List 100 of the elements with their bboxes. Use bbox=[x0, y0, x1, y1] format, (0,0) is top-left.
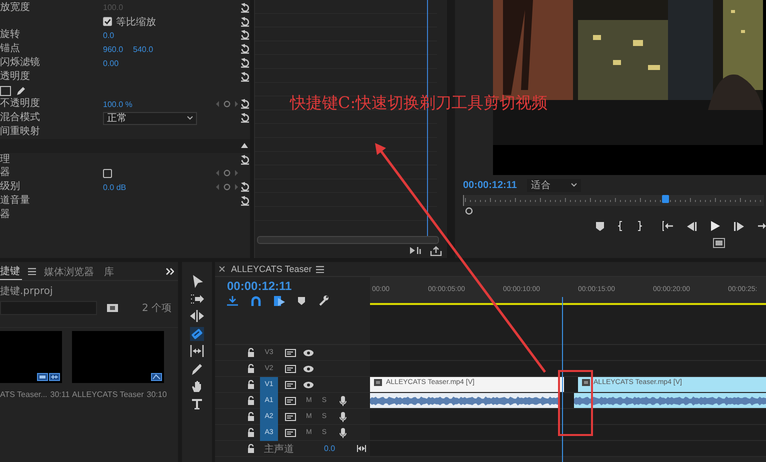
reset-icon[interactable] bbox=[240, 58, 250, 68]
reset-icon[interactable] bbox=[240, 72, 250, 82]
lock-icon[interactable] bbox=[247, 380, 255, 389]
lock-icon[interactable] bbox=[247, 396, 255, 405]
insert-sequence-icon[interactable] bbox=[227, 296, 238, 306]
timecode[interactable]: 00:00:12:11 bbox=[463, 180, 517, 190]
dropdown[interactable]: 正常 bbox=[103, 112, 197, 125]
keyframe-navigator-icon[interactable] bbox=[215, 183, 239, 192]
zoom-handle[interactable] bbox=[465, 207, 473, 215]
reset-icon[interactable] bbox=[240, 30, 250, 40]
track-select-icon[interactable] bbox=[190, 292, 204, 306]
audio-clip[interactable] bbox=[370, 393, 560, 408]
pen-icon[interactable] bbox=[190, 362, 204, 376]
clip-duration: 30:10 bbox=[146, 390, 167, 399]
clip-thumbnail[interactable] bbox=[72, 331, 164, 383]
playhead-handle[interactable] bbox=[662, 195, 669, 203]
filter-icon[interactable] bbox=[410, 246, 422, 255]
type-icon[interactable] bbox=[190, 396, 204, 410]
microphone-icon[interactable] bbox=[338, 396, 347, 406]
magnet-icon[interactable] bbox=[251, 296, 261, 306]
sync-lock-icon[interactable] bbox=[285, 348, 296, 356]
go-to-in-icon[interactable] bbox=[662, 221, 673, 231]
reset-icon[interactable] bbox=[240, 99, 250, 110]
reset-icon[interactable] bbox=[240, 196, 250, 206]
value-field[interactable]: 960.0 bbox=[103, 44, 124, 54]
panel-tab[interactable]: 捷键 bbox=[0, 262, 22, 280]
reset-icon[interactable] bbox=[240, 154, 250, 165]
film-icon bbox=[374, 379, 382, 386]
reset-icon[interactable] bbox=[240, 182, 250, 192]
panel-tab[interactable]: 媒体浏览器 bbox=[44, 262, 96, 280]
reset-icon[interactable] bbox=[240, 2, 250, 13]
export-frame-icon[interactable] bbox=[713, 238, 725, 248]
item-count: 2 个项 bbox=[142, 302, 172, 315]
keyframe-navigator-icon[interactable] bbox=[215, 100, 239, 108]
reset-icon[interactable] bbox=[240, 44, 250, 54]
eye-icon[interactable] bbox=[303, 364, 314, 372]
wrench-icon[interactable] bbox=[318, 295, 329, 306]
reset-icon[interactable] bbox=[240, 113, 250, 124]
lock-icon[interactable] bbox=[247, 348, 255, 357]
microphone-icon[interactable] bbox=[338, 428, 347, 438]
mark-out-icon[interactable] bbox=[637, 221, 642, 231]
value-field[interactable]: 100.0 % bbox=[103, 100, 132, 109]
play-icon[interactable] bbox=[711, 221, 720, 231]
clip-thumbnail[interactable] bbox=[0, 331, 62, 383]
more-panels-icon[interactable] bbox=[166, 268, 174, 274]
clip-name: ATS Teaser... bbox=[0, 390, 48, 399]
hand-icon[interactable] bbox=[190, 379, 204, 393]
select-arrow-icon[interactable] bbox=[190, 274, 204, 288]
volume-value[interactable]: 0.0 bbox=[324, 444, 336, 453]
pen-icon[interactable] bbox=[16, 86, 26, 96]
microphone-icon[interactable] bbox=[338, 412, 347, 422]
lock-icon[interactable] bbox=[247, 364, 255, 373]
value-field[interactable]: 0.0 bbox=[103, 30, 114, 40]
property-label: 理 bbox=[0, 154, 10, 166]
eye-icon[interactable] bbox=[303, 380, 314, 388]
project-file-name: 捷键.prproj bbox=[0, 284, 54, 298]
sync-lock-icon[interactable] bbox=[285, 380, 296, 388]
value-field[interactable]: 540.0 bbox=[133, 44, 154, 54]
dropdown-value: 正常 bbox=[107, 112, 127, 126]
marker-icon[interactable] bbox=[298, 296, 305, 304]
lock-icon[interactable] bbox=[247, 428, 255, 437]
marker-icon[interactable] bbox=[596, 222, 604, 230]
eye-icon[interactable] bbox=[303, 348, 314, 356]
scrollbar[interactable] bbox=[257, 236, 439, 244]
checkbox[interactable] bbox=[103, 17, 112, 26]
property-label: 锚点 bbox=[0, 43, 20, 56]
menu-icon[interactable] bbox=[28, 268, 36, 274]
value-field[interactable]: 0.0 dB bbox=[103, 182, 126, 192]
sync-lock-icon[interactable] bbox=[285, 412, 296, 420]
panel-tab[interactable]: 库 bbox=[104, 262, 116, 280]
timecode[interactable]: 00:00:12:11 bbox=[227, 280, 370, 293]
mark-in-icon[interactable] bbox=[618, 221, 623, 231]
new-bin-icon[interactable] bbox=[107, 304, 118, 312]
value-field[interactable]: 0.00 bbox=[103, 58, 119, 68]
sync-lock-icon[interactable] bbox=[285, 428, 296, 436]
lock-icon[interactable] bbox=[247, 412, 255, 421]
sync-lock-icon[interactable] bbox=[285, 364, 296, 372]
menu-icon[interactable] bbox=[316, 266, 324, 272]
sync-lock-icon[interactable] bbox=[285, 396, 296, 404]
zoom-dropdown[interactable]: 适合 bbox=[526, 178, 581, 192]
step-forward-icon[interactable] bbox=[734, 222, 744, 230]
linked-selection-icon[interactable] bbox=[274, 296, 285, 306]
collapse-icon[interactable] bbox=[241, 143, 248, 148]
audio-clip[interactable] bbox=[574, 393, 766, 408]
fit-icon[interactable] bbox=[357, 445, 366, 452]
checkbox[interactable] bbox=[103, 168, 112, 178]
caret-icon bbox=[187, 116, 193, 120]
export-icon[interactable] bbox=[430, 246, 442, 256]
step-back-icon[interactable] bbox=[687, 222, 697, 230]
reset-icon[interactable] bbox=[240, 16, 250, 27]
keyframe-navigator-icon[interactable] bbox=[215, 169, 239, 178]
rectangle-mask-icon[interactable] bbox=[0, 86, 11, 96]
slip-icon[interactable] bbox=[190, 344, 204, 358]
highlight-frame bbox=[558, 370, 593, 436]
go-to-out-icon[interactable] bbox=[758, 221, 766, 231]
close-icon[interactable] bbox=[219, 266, 225, 272]
sequence-tab[interactable]: ALLEYCATS Teaser bbox=[231, 264, 312, 274]
lock-icon[interactable] bbox=[247, 444, 255, 453]
ripple-edit-icon[interactable] bbox=[190, 309, 204, 323]
razor-icon[interactable] bbox=[190, 326, 204, 340]
